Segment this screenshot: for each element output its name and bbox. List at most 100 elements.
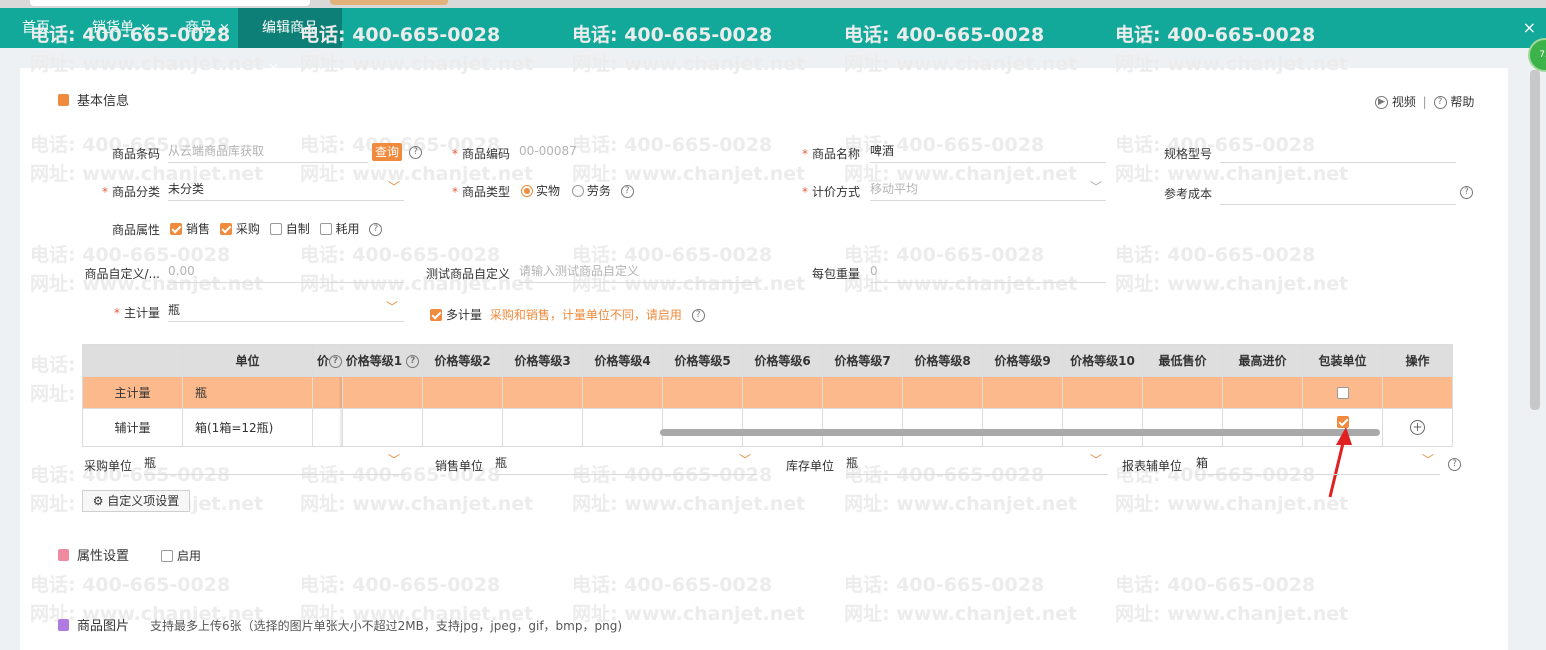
- attr-sale-checkbox[interactable]: 销售: [170, 222, 210, 236]
- add-row-icon[interactable]: +: [1410, 420, 1425, 435]
- name-input[interactable]: 啤酒: [870, 140, 1106, 163]
- price-cell[interactable]: [822, 376, 903, 409]
- tab-edit-product[interactable]: 编辑商品×: [238, 8, 342, 76]
- price-cell[interactable]: [342, 376, 423, 409]
- price-cell[interactable]: [1222, 376, 1303, 409]
- vertical-scrollbar[interactable]: [1530, 70, 1540, 410]
- price-cell[interactable]: [1142, 408, 1223, 447]
- checkbox-icon: [319, 223, 332, 235]
- price-cell[interactable]: [742, 408, 823, 447]
- price-cell[interactable]: [742, 376, 823, 409]
- question-icon[interactable]: ?: [620, 185, 634, 198]
- chevron-down-icon[interactable]: ﹀: [1422, 451, 1434, 468]
- main-unit-select[interactable]: 瓶: [168, 299, 404, 322]
- attr-enable-checkbox[interactable]: 启用: [161, 547, 201, 564]
- video-link[interactable]: ▶ 视频: [1375, 95, 1416, 109]
- attr-consume-checkbox[interactable]: 耗用: [319, 222, 360, 236]
- weight-label: 每包重量: [811, 267, 860, 281]
- question-icon[interactable]: ?: [1448, 458, 1461, 471]
- test-custom-label: 测试商品自定义: [425, 267, 510, 281]
- price-cell[interactable]: [312, 376, 343, 409]
- question-icon[interactable]: ?: [406, 355, 420, 368]
- price-cell[interactable]: [902, 408, 983, 447]
- multi-unit-label: 多计量: [446, 308, 483, 322]
- action-cell: [1382, 376, 1453, 409]
- radio-icon: [521, 185, 533, 197]
- query-button[interactable]: 查询: [372, 143, 402, 161]
- pricing-label: * 计价方式: [801, 185, 860, 199]
- section-title: 属性设置: [77, 549, 130, 564]
- sale-unit-select[interactable]: 瓶: [495, 452, 757, 475]
- price-cell[interactable]: [902, 376, 983, 409]
- radio-service[interactable]: 劳务: [571, 184, 611, 198]
- attr-purchase-checkbox[interactable]: 采购: [219, 222, 260, 236]
- column-header: 最低售价: [1142, 344, 1223, 377]
- price-cell[interactable]: [502, 408, 583, 447]
- help-link[interactable]: ? 帮助: [1433, 95, 1474, 109]
- image-icon: [58, 619, 69, 631]
- price-cell[interactable]: [422, 376, 503, 409]
- pack-unit-checkbox[interactable]: [1336, 386, 1349, 399]
- spec-input[interactable]: [1220, 140, 1456, 163]
- price-cell[interactable]: [502, 376, 583, 409]
- top-button: [330, 0, 448, 5]
- gear-icon: ⚙: [92, 494, 104, 508]
- column-header: 价格等级1 ?: [342, 344, 423, 377]
- unit-cell[interactable]: 箱(1箱=12瓶): [182, 408, 313, 447]
- question-icon[interactable]: ?: [1460, 186, 1473, 199]
- close-icon[interactable]: ×: [140, 21, 151, 36]
- column-header: 单位: [182, 344, 313, 377]
- report-unit-select[interactable]: 箱: [1196, 452, 1440, 475]
- test-custom-input[interactable]: 请输入测试商品自定义: [519, 260, 757, 283]
- chevron-down-icon[interactable]: ﹀: [386, 298, 398, 315]
- info-icon: [58, 94, 69, 106]
- price-cell[interactable]: [822, 408, 903, 447]
- question-icon[interactable]: ?: [691, 309, 705, 322]
- question-icon[interactable]: ?: [369, 223, 383, 236]
- table-row[interactable]: 主计量 瓶: [82, 376, 1453, 409]
- price-cell[interactable]: [662, 408, 743, 447]
- price-cell[interactable]: [582, 376, 663, 409]
- price-cell[interactable]: [1142, 376, 1223, 409]
- price-cell[interactable]: [582, 408, 663, 447]
- chevron-down-icon[interactable]: ﹀: [388, 178, 400, 195]
- chevron-down-icon[interactable]: ﹀: [1090, 451, 1102, 468]
- attr-selfmade-checkbox[interactable]: 自制: [269, 222, 310, 236]
- section-basic-info: 基本信息: [58, 90, 129, 109]
- tab-sales-order[interactable]: 销货单 ×: [82, 8, 161, 48]
- close-icon[interactable]: ×: [219, 21, 230, 36]
- custom-fields-button[interactable]: ⚙ 自定义项设置: [82, 490, 190, 512]
- question-icon[interactable]: ?: [329, 355, 342, 368]
- weight-input[interactable]: 0: [870, 260, 1106, 283]
- unit-cell[interactable]: 瓶: [182, 376, 313, 409]
- tab-home[interactable]: 首页: [12, 8, 60, 48]
- chevron-down-icon[interactable]: ﹀: [1090, 178, 1102, 195]
- column-header: 价格等级9: [982, 344, 1063, 377]
- price-cell[interactable]: [982, 376, 1063, 409]
- price-cell[interactable]: [422, 408, 503, 447]
- tab-products[interactable]: 商品 ×: [175, 8, 240, 48]
- price-cell[interactable]: [312, 408, 343, 447]
- horizontal-scrollbar[interactable]: [660, 429, 1380, 436]
- chevron-down-icon[interactable]: ﹀: [388, 451, 400, 468]
- chevron-down-icon[interactable]: ﹀: [739, 451, 751, 468]
- refcost-input[interactable]: [1220, 182, 1456, 205]
- purchase-unit-select[interactable]: 瓶: [144, 452, 406, 475]
- multi-unit-checkbox[interactable]: 多计量 采购和销售，计量单位不同，请启用 ?: [430, 306, 705, 323]
- custom-input[interactable]: 0.00: [168, 260, 404, 283]
- question-icon: ?: [1433, 96, 1447, 109]
- enable-label: 启用: [177, 549, 202, 563]
- radio-physical[interactable]: 实物: [521, 184, 560, 198]
- price-cell[interactable]: [1062, 408, 1143, 447]
- price-cell[interactable]: [982, 408, 1063, 447]
- pricing-select[interactable]: 移动平均: [870, 178, 1106, 201]
- stock-unit-select[interactable]: 瓶: [846, 452, 1108, 475]
- category-select[interactable]: 未分类: [168, 178, 404, 201]
- barcode-input[interactable]: 从云端商品库获取: [168, 140, 368, 163]
- table-row[interactable]: 辅计量 箱(1箱=12瓶) +: [82, 408, 1453, 447]
- price-cell[interactable]: [662, 376, 743, 409]
- price-cell[interactable]: [1222, 408, 1303, 447]
- price-cell[interactable]: [342, 408, 423, 447]
- unit-type-cell: 辅计量: [82, 408, 183, 447]
- price-cell[interactable]: [1062, 376, 1143, 409]
